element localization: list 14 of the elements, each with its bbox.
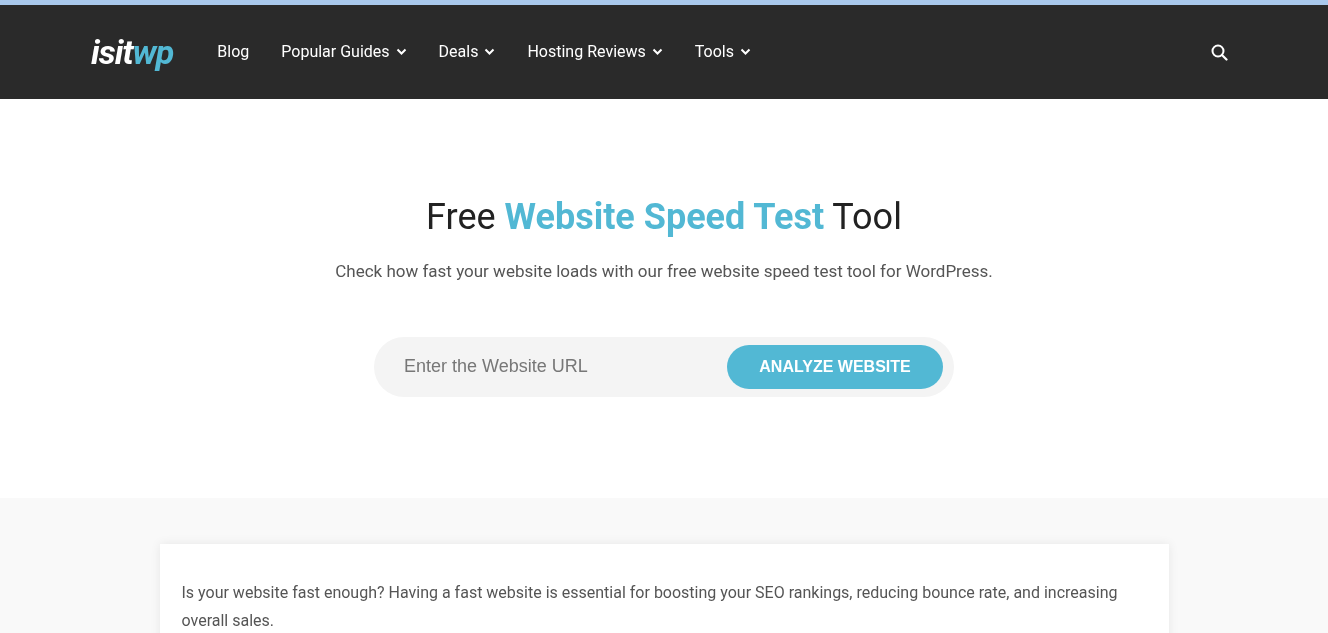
nav-menu-item[interactable]: Deals bbox=[438, 40, 496, 64]
nav-menu-item[interactable]: Popular Guides bbox=[281, 40, 407, 64]
chevron-down-icon bbox=[395, 48, 407, 56]
nav-menu-item[interactable]: Tools bbox=[694, 40, 751, 64]
chevron-down-icon bbox=[739, 48, 751, 56]
chevron-down-icon bbox=[484, 48, 496, 56]
nav-menu-item[interactable]: Hosting Reviews bbox=[527, 40, 663, 64]
page-subtitle: Check how fast your website loads with our free website speed test tool for WordPress. bbox=[335, 260, 993, 283]
chevron-down-icon bbox=[651, 48, 663, 56]
search-icon[interactable] bbox=[1211, 43, 1228, 61]
site-logo[interactable]: isitwp bbox=[91, 35, 174, 69]
page-title: Free Website Speed Test Tool bbox=[426, 195, 902, 239]
intro-paragraph: Is your website fast enough? Having a fast website is essential for boosting your SEO rankings, reducing bounce rate, and increasing overall sales. bbox=[181, 582, 1119, 632]
nav-menu-item[interactable]: Blog bbox=[217, 40, 250, 64]
